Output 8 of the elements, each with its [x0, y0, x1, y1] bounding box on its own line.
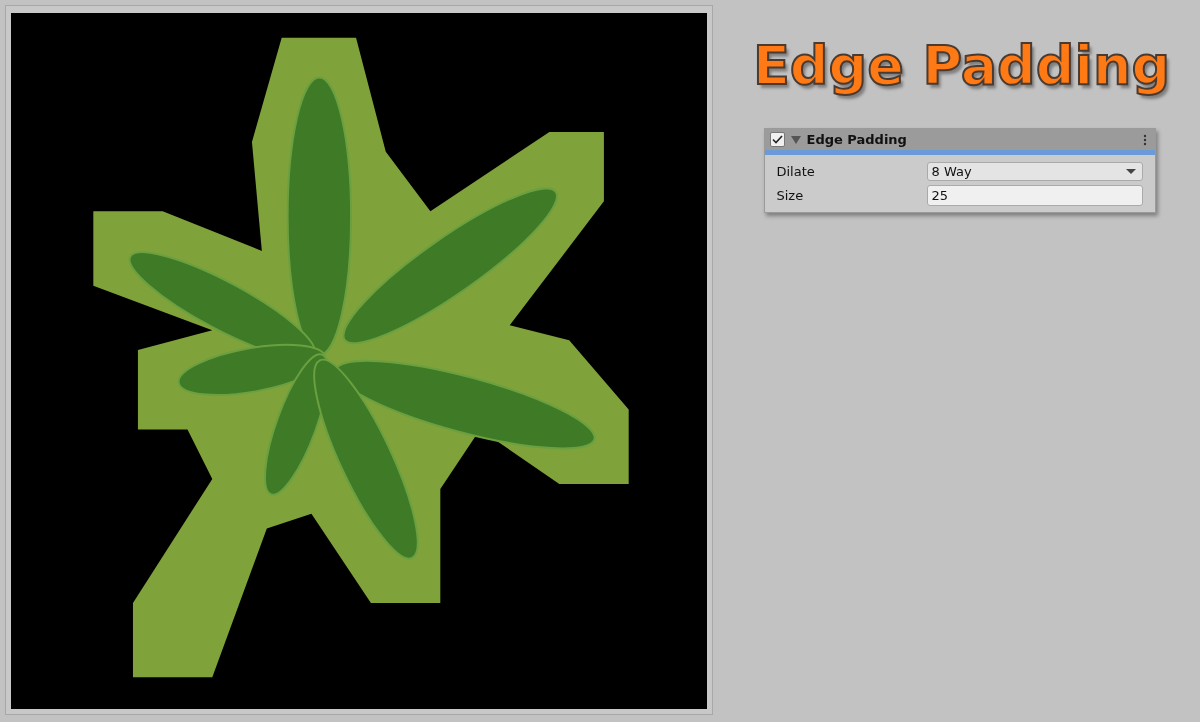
field-label: Dilate: [776, 164, 816, 179]
enable-checkbox[interactable]: [769, 132, 785, 147]
component-title: Edge Padding: [806, 132, 907, 147]
number-field[interactable]: 25: [926, 185, 1143, 206]
field-label: Size: [776, 188, 805, 203]
more-options-icon[interactable]: [1142, 133, 1147, 146]
dropdown[interactable]: 8 Way: [926, 162, 1143, 181]
heading-title: Edge Padding: [752, 33, 1171, 99]
